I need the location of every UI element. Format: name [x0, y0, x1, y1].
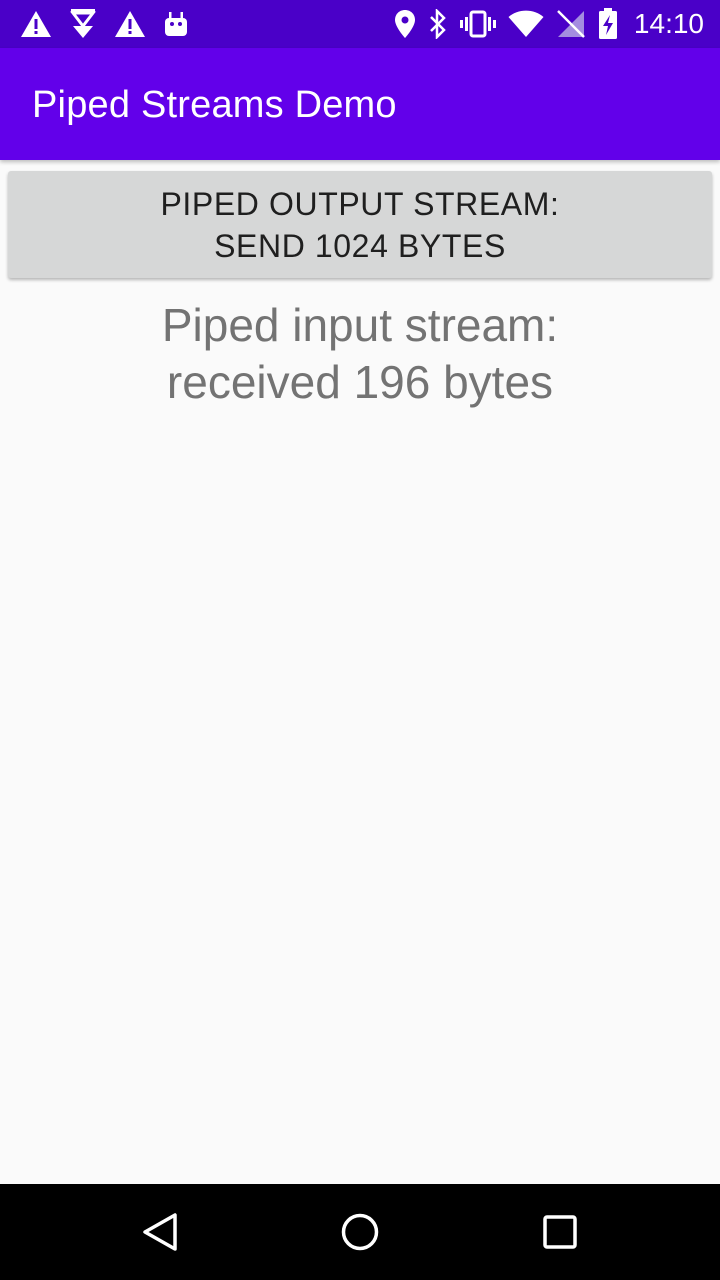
status-clock: 14:10 [633, 8, 704, 39]
android-icon [164, 10, 188, 38]
battery-charging-icon [598, 8, 618, 40]
system-icons: 14:10 [394, 7, 704, 41]
status-bar: 14:10 [0, 0, 720, 48]
vibrate-icon [459, 10, 496, 38]
warning-icon [20, 10, 52, 38]
app-title: Piped Streams Demo [32, 84, 397, 126]
wifi-icon [508, 10, 544, 38]
navigation-bar [0, 1184, 720, 1280]
download-icon [70, 8, 96, 40]
send-bytes-button-label: PIPED OUTPUT STREAM: SEND 1024 BYTES [160, 185, 560, 264]
notification-icons [20, 7, 188, 41]
recents-icon[interactable] [540, 1212, 580, 1252]
bluetooth-icon [428, 9, 448, 39]
received-bytes-text: Piped input stream: received 196 bytes [161, 299, 559, 408]
location-icon [394, 9, 416, 39]
send-bytes-button[interactable]: PIPED OUTPUT STREAM: SEND 1024 BYTES [8, 171, 712, 278]
no-sim-icon [556, 9, 586, 39]
warning-icon [114, 10, 146, 38]
app-bar: Piped Streams Demo [0, 48, 720, 160]
home-icon[interactable] [340, 1212, 380, 1252]
back-icon[interactable] [140, 1212, 180, 1252]
